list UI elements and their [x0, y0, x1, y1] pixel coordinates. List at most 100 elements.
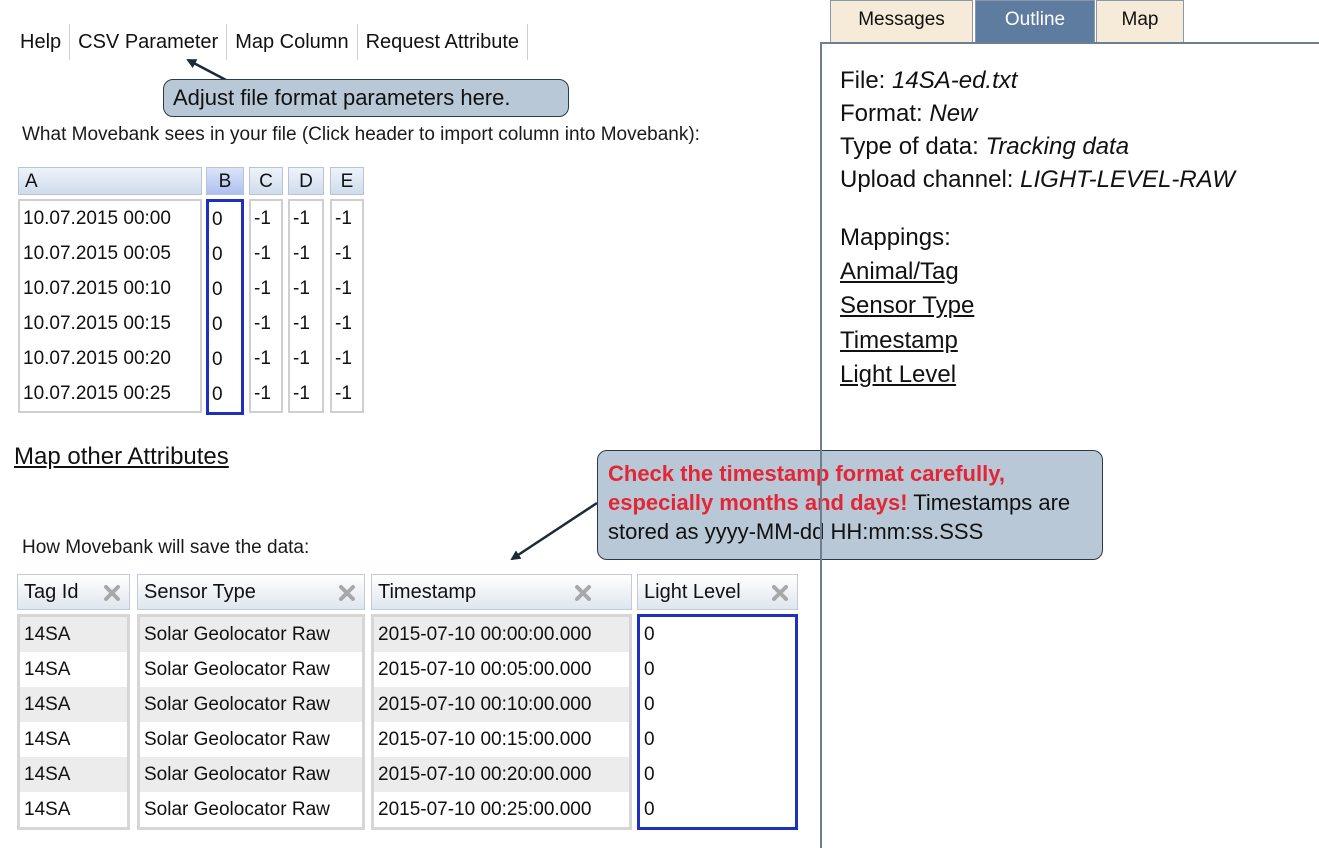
csv-callout-text: Adjust file format parameters here. [173, 85, 511, 110]
save-cell: Solar Geolocator Raw [140, 757, 362, 792]
save-cell: Solar Geolocator Raw [140, 617, 362, 652]
save-cell: 0 [644, 764, 655, 785]
file-cells-c: -1 -1 -1 -1 -1 -1 [249, 199, 283, 413]
save-cell: 2015-07-10 00:05:00.000 [378, 659, 592, 680]
save-cell: 14SA [24, 799, 71, 820]
file-cell: -1 [254, 243, 271, 264]
file-column-d: D -1 -1 -1 -1 -1 -1 [288, 167, 324, 413]
arrow-to-csv-parameter [186, 58, 227, 82]
outline-file: File: 14SA-ed.txt [840, 67, 1017, 95]
save-cell: Solar Geolocator Raw [144, 729, 330, 750]
file-cell: -1 [293, 278, 310, 299]
mapping-link-light-level[interactable]: Light Level [840, 361, 956, 389]
save-column-timestamp: Timestamp 2015-07-10 00:00:00.000 2015-0… [371, 574, 632, 830]
outline-format: Format: New [840, 100, 977, 128]
save-cell: Solar Geolocator Raw [140, 687, 362, 722]
close-x-icon[interactable] [770, 583, 790, 603]
tab-map[interactable]: Map [1096, 0, 1184, 42]
file-cell: 0 [212, 209, 223, 230]
file-header-a[interactable]: A [18, 167, 202, 195]
save-cells-sensor-type: Solar Geolocator Raw Solar Geolocator Ra… [137, 614, 365, 830]
file-cell: 10.07.2015 00:25 [23, 383, 171, 404]
file-cell: -1 [335, 348, 352, 369]
save-cell: 0 [644, 799, 655, 820]
close-x-icon[interactable] [102, 583, 122, 603]
save-cell: 2015-07-10 00:15:00.000 [378, 729, 592, 750]
outline-channel-label: Upload channel: [840, 166, 1014, 193]
save-cell: 2015-07-10 00:25:00.000 [378, 799, 592, 820]
file-cells-b: 0 0 0 0 0 0 [206, 199, 244, 415]
save-header-label: Timestamp [378, 581, 477, 603]
save-cells-timestamp: 2015-07-10 00:00:00.000 2015-07-10 00:05… [371, 614, 632, 830]
file-cells-d: -1 -1 -1 -1 -1 -1 [288, 199, 324, 413]
save-cell: 14SA [20, 757, 127, 792]
file-header-c[interactable]: C [249, 167, 283, 195]
file-cell: 10.07.2015 00:10 [23, 278, 171, 299]
mapping-link-animal-tag[interactable]: Animal/Tag [840, 258, 959, 286]
file-cell: 10.07.2015 00:00 [23, 208, 171, 229]
file-preview-intro: What Movebank sees in your file (Click h… [22, 124, 700, 145]
save-cells-tag-id: 14SA 14SA 14SA 14SA 14SA 14SA [17, 614, 130, 830]
outline-file-label: File: [840, 67, 886, 94]
file-column-b: B 0 0 0 0 0 0 [206, 167, 244, 415]
file-cell: 0 [212, 384, 223, 405]
file-cell: 0 [212, 244, 223, 265]
save-cell: Solar Geolocator Raw [144, 799, 330, 820]
mapping-link-sensor-type[interactable]: Sensor Type [840, 292, 974, 320]
file-cell: -1 [293, 208, 310, 229]
save-cell: 0 [644, 624, 655, 645]
file-column-a: A 10.07.2015 00:00 10.07.2015 00:05 10.0… [18, 167, 202, 413]
file-cell: 10.07.2015 00:15 [23, 313, 171, 334]
mappings-label: Mappings: [840, 224, 951, 251]
file-column-e: E -1 -1 -1 -1 -1 -1 [330, 167, 364, 413]
outline-type: Type of data: Tracking data [840, 133, 1129, 161]
save-cell: 2015-07-10 00:20:00.000 [374, 757, 629, 792]
file-cell: -1 [293, 348, 310, 369]
save-cell: 14SA [20, 617, 127, 652]
arrow-to-timestamp-column [510, 501, 598, 561]
file-header-d[interactable]: D [288, 167, 324, 195]
csv-parameter-callout: Adjust file format parameters here. [163, 79, 569, 117]
file-cells-a: 10.07.2015 00:00 10.07.2015 00:05 10.07.… [18, 199, 202, 413]
file-cell: -1 [254, 278, 271, 299]
save-cell: 2015-07-10 00:00:00.000 [374, 617, 629, 652]
outline-type-value: Tracking data [985, 133, 1130, 160]
save-cells-light-level: 0 0 0 0 0 0 [637, 614, 798, 830]
save-header-light-level: Light Level [637, 574, 798, 610]
file-cell: -1 [335, 243, 352, 264]
save-cell: 2015-07-10 00:10:00.000 [374, 687, 629, 722]
save-cell: 14SA [20, 687, 127, 722]
save-column-light-level: Light Level 0 0 0 0 0 0 [637, 574, 798, 830]
file-cell: -1 [335, 313, 352, 334]
outline-type-label: Type of data: [840, 133, 979, 160]
file-cell: 0 [212, 314, 223, 335]
save-header-label: Tag Id [24, 581, 79, 603]
file-cell: -1 [254, 348, 271, 369]
save-header-sensor-type: Sensor Type [137, 574, 365, 610]
mapping-link-timestamp[interactable]: Timestamp [840, 327, 958, 355]
outline-format-label: Format: [840, 100, 923, 127]
tab-messages[interactable]: Messages [830, 0, 973, 42]
save-header-tag-id: Tag Id [17, 574, 130, 610]
save-header-label: Sensor Type [144, 581, 256, 603]
close-x-icon[interactable] [573, 583, 593, 603]
file-header-b[interactable]: B [206, 167, 244, 195]
save-cell: 0 [644, 729, 655, 750]
outline-panel [820, 42, 1319, 848]
file-column-c: C -1 -1 -1 -1 -1 -1 [249, 167, 283, 413]
tab-outline[interactable]: Outline [975, 0, 1095, 42]
save-cell: 0 [644, 694, 655, 715]
file-cell: -1 [293, 243, 310, 264]
close-x-icon[interactable] [337, 583, 357, 603]
save-column-sensor-type: Sensor Type Solar Geolocator Raw Solar G… [137, 574, 365, 830]
save-cell: 14SA [24, 729, 71, 750]
outline-format-value: New [929, 100, 978, 127]
map-other-attributes-link[interactable]: Map other Attributes [14, 443, 229, 471]
save-header-timestamp: Timestamp [371, 574, 632, 610]
file-cell: -1 [254, 208, 271, 229]
file-header-e[interactable]: E [330, 167, 364, 195]
file-cell: -1 [293, 313, 310, 334]
file-cell: -1 [293, 383, 310, 404]
save-cell: 14SA [24, 659, 71, 680]
file-cell: -1 [254, 313, 271, 334]
